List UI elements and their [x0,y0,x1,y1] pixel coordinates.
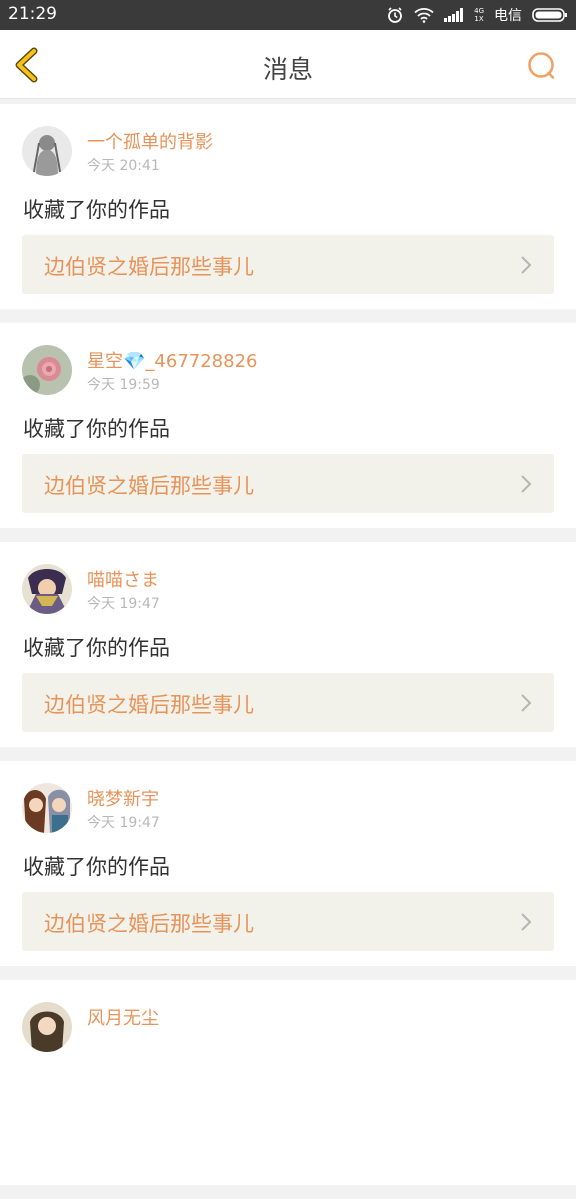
app-header: 消息 [0,30,576,99]
work-title: 边伯贤之婚后那些事儿 [44,255,254,279]
status-icons: 4G 1X 电信 [386,0,568,30]
work-title: 边伯贤之婚后那些事儿 [44,474,254,498]
message-card: 星空💎_467728826 今天 19:59 收藏了你的作品 边伯贤之婚后那些事… [0,323,576,528]
timestamp: 今天 19:59 [87,377,160,393]
signal-icon [444,8,464,22]
alarm-icon [386,6,404,24]
message-card: 喵喵さま 今天 19:47 收藏了你的作品 边伯贤之婚后那些事儿 [0,542,576,747]
status-bar: 21:29 4G 1X 电信 [0,0,576,30]
wifi-icon [414,7,434,23]
message-list: 一个孤单的背影 今天 20:41 收藏了你的作品 边伯贤之婚后那些事儿 星空💎_… [0,104,576,1199]
username[interactable]: 一个孤单的背影 [87,128,213,154]
action-text: 收藏了你的作品 [23,198,170,222]
battery-icon [532,7,568,23]
network-type-bottom: 1X [474,15,484,23]
work-title: 边伯贤之婚后那些事儿 [44,912,254,936]
username[interactable]: 喵喵さま [87,566,159,592]
page-title: 消息 [262,55,313,84]
message-card: 晓梦新宇 今天 19:47 收藏了你的作品 边伯贤之婚后那些事儿 [0,761,576,966]
avatar[interactable] [22,564,72,614]
timestamp: 今天 19:47 [87,815,160,831]
network-type: 4G 1X [474,7,484,23]
chevron-right-icon [521,694,532,712]
avatar[interactable] [22,126,72,176]
search-button[interactable] [526,50,558,82]
work-link[interactable]: 边伯贤之婚后那些事儿 [22,673,554,732]
action-text: 收藏了你的作品 [23,636,170,660]
avatar[interactable] [22,1002,72,1052]
status-time: 21:29 [8,4,57,24]
username[interactable]: 风月无尘 [87,1004,159,1030]
work-link[interactable]: 边伯贤之婚后那些事儿 [22,235,554,294]
chevron-right-icon [521,475,532,493]
work-link[interactable]: 边伯贤之婚后那些事儿 [22,892,554,951]
work-title: 边伯贤之婚后那些事儿 [44,693,254,717]
network-type-top: 4G [474,7,484,15]
work-link[interactable]: 边伯贤之婚后那些事儿 [22,454,554,513]
avatar[interactable] [22,345,72,395]
search-icon [528,52,555,79]
timestamp: 今天 19:47 [87,596,160,612]
action-text: 收藏了你的作品 [23,417,170,441]
username[interactable]: 晓梦新宇 [87,785,159,811]
carrier-name: 电信 [494,8,522,24]
username[interactable]: 星空💎_467728826 [87,347,257,373]
chevron-right-icon [521,913,532,931]
message-card: 风月无尘 [0,980,576,1185]
timestamp: 今天 20:41 [87,158,160,174]
avatar[interactable] [22,783,72,833]
chevron-right-icon [521,256,532,274]
message-card: 一个孤单的背影 今天 20:41 收藏了你的作品 边伯贤之婚后那些事儿 [0,104,576,309]
action-text: 收藏了你的作品 [23,855,170,879]
